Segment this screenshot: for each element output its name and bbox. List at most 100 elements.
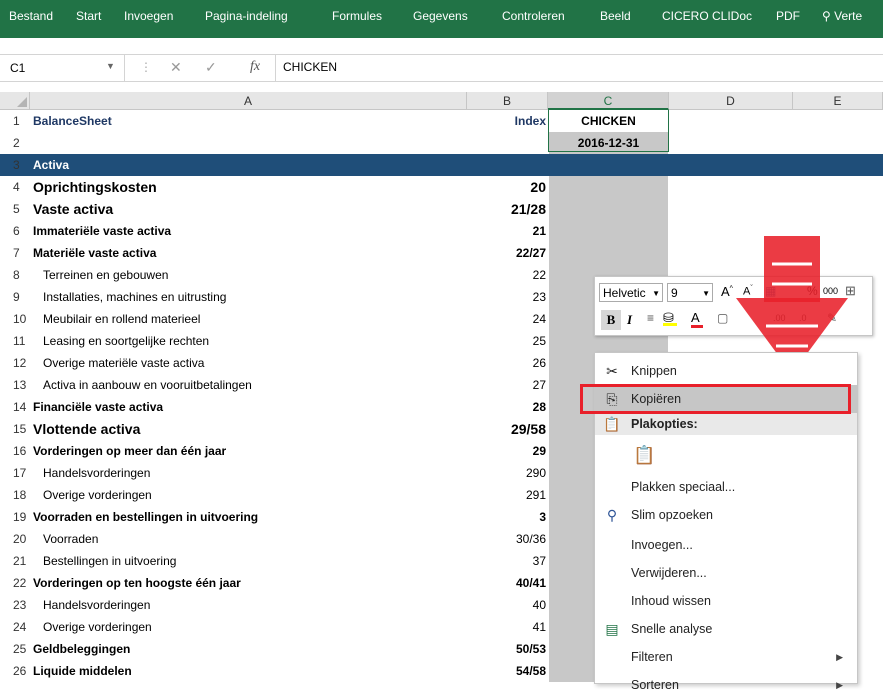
cell-a[interactable]: Activa in aanbouw en vooruitbetalingen [33, 374, 493, 396]
borders-icon[interactable]: ▢ [717, 311, 728, 325]
name-box[interactable]: C1 ▼ [0, 55, 125, 81]
tab-cicero-clidoc[interactable]: CICERO CLIDoc [662, 9, 752, 23]
cell-a[interactable]: Liquide middelen [33, 660, 483, 682]
select-all-button[interactable] [0, 92, 30, 110]
chevron-down-icon[interactable]: ▼ [702, 284, 710, 303]
cell-b[interactable]: 3 [458, 506, 546, 528]
cell-b[interactable]: 24 [458, 308, 546, 330]
align-center-icon[interactable]: ≡ [647, 311, 654, 325]
tab-beeld[interactable]: Beeld [600, 9, 631, 23]
cell-b[interactable]: 21/28 [458, 198, 546, 220]
cell-a[interactable]: Activa [33, 154, 483, 176]
row-header[interactable]: 21 [0, 550, 30, 572]
menu-item-inhoud-wissen[interactable]: Inhoud wissen [595, 587, 857, 615]
menu-item-invoegen[interactable]: Invoegen... [595, 531, 857, 559]
cell-b[interactable]: 40/41 [458, 572, 546, 594]
cell-b[interactable] [458, 132, 546, 154]
cell-a[interactable]: Geldbeleggingen [33, 638, 483, 660]
row-header[interactable]: 22 [0, 572, 30, 594]
menu-item-sorteren[interactable]: Sorteren ▶ [595, 671, 857, 699]
italic-button[interactable]: I [627, 310, 632, 330]
row-header[interactable]: 26 [0, 660, 30, 682]
tab-formules[interactable]: Formules [332, 9, 382, 23]
row-header[interactable]: 12 [0, 352, 30, 374]
cell-b[interactable]: Index [458, 110, 546, 132]
row-header[interactable]: 13 [0, 374, 30, 396]
cell-b[interactable]: 23 [458, 286, 546, 308]
row-header[interactable]: 16 [0, 440, 30, 462]
cell-b[interactable]: 54/58 [458, 660, 546, 682]
row-header[interactable]: 19 [0, 506, 30, 528]
row-header[interactable]: 15 [0, 418, 30, 440]
column-header-c[interactable]: C [548, 92, 669, 110]
cell-a[interactable]: Immateriële vaste activa [33, 220, 483, 242]
cell-b[interactable]: 28 [458, 396, 546, 418]
row-header[interactable]: 23 [0, 594, 30, 616]
row-header[interactable]: 17 [0, 462, 30, 484]
cell-b[interactable]: 37 [458, 550, 546, 572]
cell-b[interactable]: 41 [458, 616, 546, 638]
column-header-b[interactable]: B [467, 92, 548, 110]
tab-start[interactable]: Start [76, 9, 101, 23]
cell-b[interactable] [458, 154, 546, 176]
cell-a[interactable]: Leasing en soortgelijke rechten [33, 330, 493, 352]
cell-a[interactable]: Vaste activa [33, 198, 483, 220]
tab-pdf[interactable]: PDF [776, 9, 800, 23]
cell-a[interactable]: Financiële vaste activa [33, 396, 483, 418]
menu-item-verwijderen[interactable]: Verwijderen... [595, 559, 857, 587]
tab-pagina-indeling[interactable]: Pagina-indeling [205, 9, 288, 23]
cell-c[interactable] [549, 242, 668, 264]
cell-a[interactable]: BalanceSheet [33, 110, 483, 132]
row-header[interactable]: 4 [0, 176, 30, 198]
cell-a[interactable]: Handelsvorderingen [33, 594, 493, 616]
cell-b[interactable]: 29/58 [458, 418, 546, 440]
cell-b[interactable]: 290 [458, 462, 546, 484]
grow-font-icon[interactable]: A^ [721, 284, 733, 299]
chevron-down-icon[interactable]: ▼ [652, 284, 660, 303]
row-header[interactable]: 10 [0, 308, 30, 330]
cell-c[interactable] [549, 154, 668, 176]
cell-b[interactable]: 40 [458, 594, 546, 616]
cell-a[interactable]: Materiële vaste activa [33, 242, 483, 264]
cell-a[interactable]: Oprichtingskosten [33, 176, 483, 198]
cell-b[interactable]: 21 [458, 220, 546, 242]
tab-bestand[interactable]: Bestand [9, 9, 53, 23]
row-header[interactable]: 11 [0, 330, 30, 352]
paste-option-button[interactable]: 📋 [595, 437, 857, 473]
row-header[interactable]: 24 [0, 616, 30, 638]
column-header-d[interactable]: D [669, 92, 793, 110]
cell-a[interactable]: Overige materiële vaste activa [33, 352, 493, 374]
row-header[interactable]: 2 [0, 132, 30, 154]
cell-b[interactable]: 27 [458, 374, 546, 396]
cell-c[interactable] [549, 220, 668, 242]
menu-item-knippen[interactable]: ✂ Knippen [595, 357, 857, 385]
cell-b[interactable]: 291 [458, 484, 546, 506]
menu-item-snelle-analyse[interactable]: ▤ Snelle analyse [595, 615, 857, 643]
cell-a[interactable]: Voorraden [33, 528, 493, 550]
cell-a[interactable]: Bestellingen in uitvoering [33, 550, 493, 572]
cell-a[interactable]: Voorraden en bestellingen in uitvoering [33, 506, 483, 528]
tab-controleren[interactable]: Controleren [502, 9, 565, 23]
menu-item-plakken-speciaal[interactable]: Plakken speciaal... [595, 473, 857, 501]
cell-c[interactable] [549, 176, 668, 198]
bold-button[interactable]: B [601, 310, 621, 330]
row-header[interactable]: 8 [0, 264, 30, 286]
cell-b[interactable]: 29 [458, 440, 546, 462]
cell-b[interactable]: 20 [458, 176, 546, 198]
font-size-box[interactable]: 9 ▼ [667, 283, 713, 302]
row-header[interactable]: 25 [0, 638, 30, 660]
cell-b[interactable]: 22/27 [458, 242, 546, 264]
cell-a[interactable]: Installaties, machines en uitrusting [33, 286, 493, 308]
row-header[interactable]: 9 [0, 286, 30, 308]
cell-a[interactable]: Terreinen en gebouwen [33, 264, 493, 286]
chevron-down-icon[interactable]: ▼ [106, 61, 115, 71]
tell-me-search[interactable]: ⚲ Verte [822, 9, 862, 23]
cell-a[interactable]: Vorderingen op meer dan één jaar [33, 440, 483, 462]
cell-a[interactable]: Overige vorderingen [33, 484, 493, 506]
tab-invoegen[interactable]: Invoegen [124, 9, 173, 23]
column-header-e[interactable]: E [793, 92, 883, 110]
menu-item-filteren[interactable]: Filteren ▶ [595, 643, 857, 671]
cancel-icon[interactable]: ✕ [170, 59, 182, 76]
cell-a[interactable]: Handelsvorderingen [33, 462, 493, 484]
cell-c[interactable] [549, 198, 668, 220]
